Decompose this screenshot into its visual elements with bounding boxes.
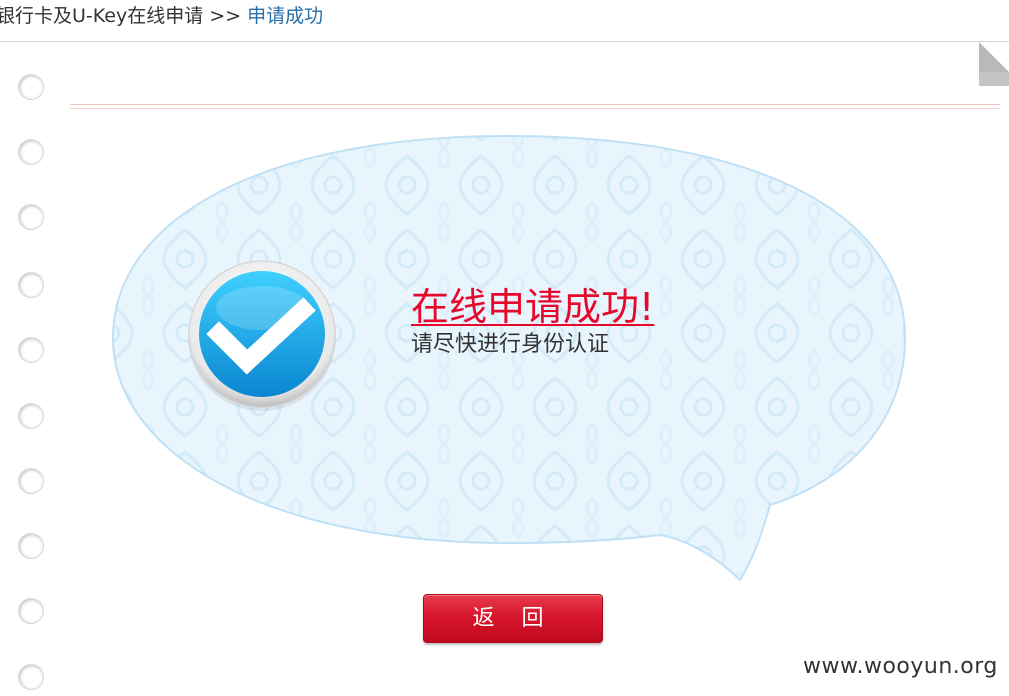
success-subtitle: 请尽快进行身份认证 (411, 332, 610, 357)
watermark: www.wooyun.org (803, 654, 998, 679)
check-circle-icon (188, 260, 336, 411)
success-title: 在线申请成功! (411, 285, 655, 329)
back-button[interactable]: 返 回 (423, 594, 603, 643)
